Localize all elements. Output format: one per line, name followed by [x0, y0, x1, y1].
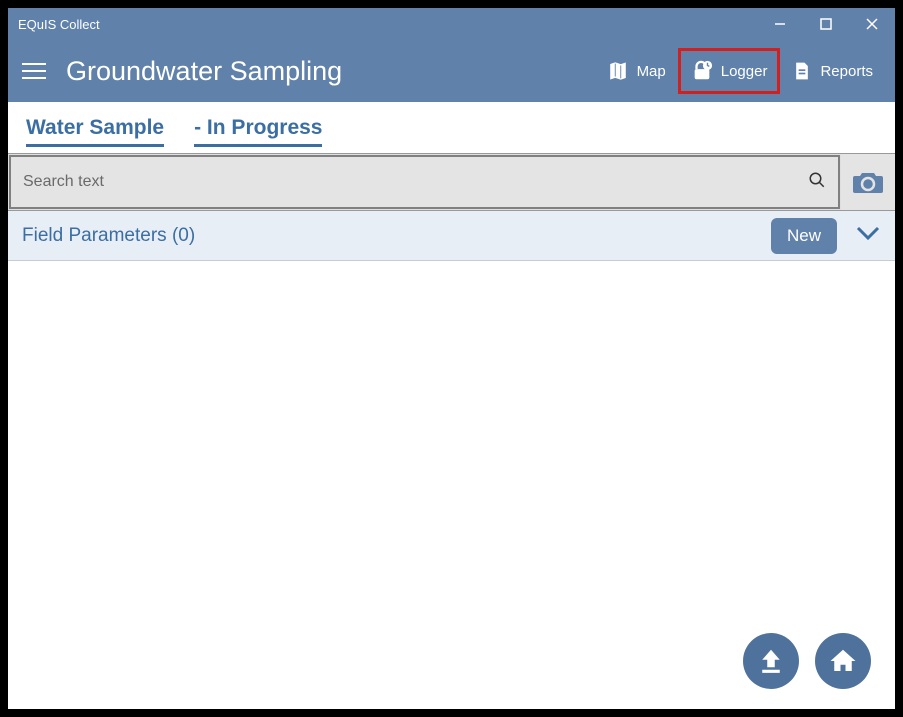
minimize-icon: [774, 18, 786, 30]
search-row: [8, 153, 895, 211]
section-field-parameters: Field Parameters (0) New: [8, 211, 895, 261]
tabs-row: Water Sample - In Progress: [8, 102, 895, 153]
tab-water-sample[interactable]: Water Sample: [26, 116, 164, 147]
section-title: Field Parameters (0): [22, 225, 771, 247]
page-title: Groundwater Sampling: [66, 56, 597, 87]
reports-icon: [792, 60, 812, 82]
upload-icon: [756, 646, 786, 676]
maximize-button[interactable]: [803, 8, 849, 40]
search-input[interactable]: [23, 173, 808, 191]
camera-button[interactable]: [841, 154, 895, 210]
new-button[interactable]: New: [771, 218, 837, 254]
window-title: EQuIS Collect: [18, 17, 757, 32]
chevron-down-icon: [855, 224, 881, 242]
home-fab[interactable]: [815, 633, 871, 689]
search-wrapper: [9, 155, 840, 209]
hamburger-icon: [22, 63, 46, 65]
logger-icon: [691, 60, 713, 82]
map-icon: [607, 60, 629, 82]
menu-button[interactable]: [22, 63, 48, 79]
camera-icon: [852, 169, 884, 195]
title-bar: EQuIS Collect: [8, 8, 895, 40]
minimize-button[interactable]: [757, 8, 803, 40]
tab-in-progress[interactable]: - In Progress: [194, 116, 322, 147]
header-actions: Map Logger Reports: [597, 48, 883, 94]
upload-fab[interactable]: [743, 633, 799, 689]
close-icon: [865, 17, 879, 31]
app-header: Groundwater Sampling Map Logger Reports: [8, 40, 895, 102]
close-button[interactable]: [849, 8, 895, 40]
map-button[interactable]: Map: [597, 48, 676, 94]
expand-toggle[interactable]: [855, 224, 881, 247]
app-window: EQuIS Collect Groundwater Sampling Map L…: [8, 8, 895, 709]
reports-button[interactable]: Reports: [782, 48, 883, 94]
logger-label: Logger: [721, 63, 768, 80]
home-icon: [828, 646, 858, 676]
search-icon[interactable]: [808, 171, 826, 194]
map-label: Map: [637, 63, 666, 80]
logger-button[interactable]: Logger: [678, 48, 781, 94]
reports-label: Reports: [820, 63, 873, 80]
content-area: [8, 261, 895, 709]
maximize-icon: [820, 18, 832, 30]
